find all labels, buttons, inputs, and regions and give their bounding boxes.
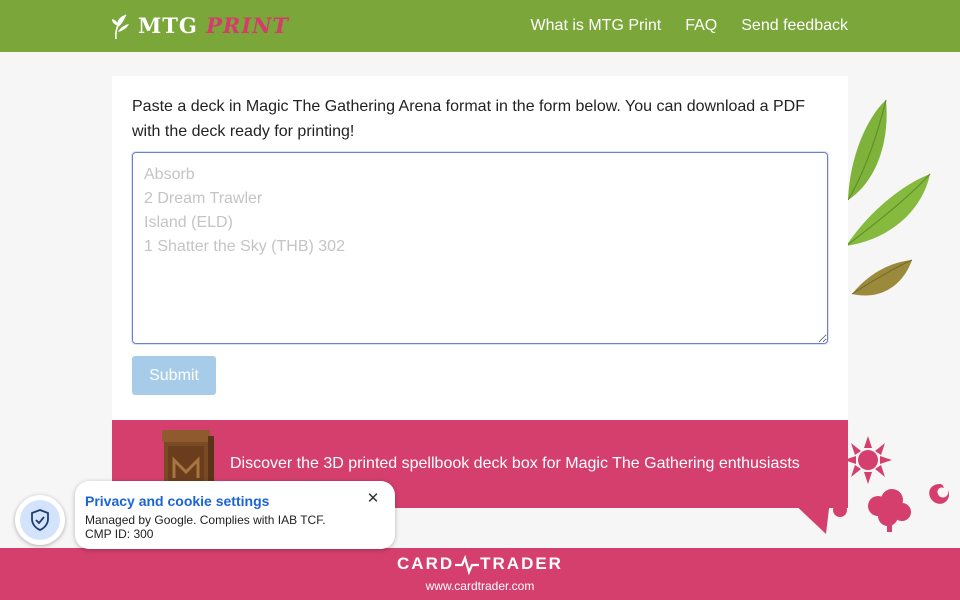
shield-check-icon — [31, 509, 49, 531]
privacy-cmp-id: CMP ID: 300 — [85, 527, 154, 541]
deck-form-card: Paste a deck in Magic The Gathering Aren… — [112, 76, 848, 420]
mana-symbols-decoration — [833, 436, 950, 532]
intro-text: Paste a deck in Magic The Gathering Aren… — [132, 98, 805, 140]
privacy-managed-text: Managed by Google. Complies with IAB TCF… — [85, 513, 326, 527]
cardtrader-logo[interactable]: CARD TRADER — [0, 552, 960, 576]
cardtrader-logo-right: TRADER — [480, 554, 563, 573]
footer-bar: CARD TRADER www.cardtrader.com — [0, 548, 960, 600]
close-icon[interactable]: ✕ — [365, 490, 381, 506]
nav-link-faq[interactable]: FAQ — [685, 14, 717, 38]
privacy-title[interactable]: Privacy and cookie settings — [85, 492, 269, 510]
sun-icon — [844, 436, 892, 484]
submit-button[interactable]: Submit — [132, 356, 216, 395]
cardtrader-logo-left: CARD — [397, 554, 455, 573]
mana-dot-icon — [833, 503, 847, 517]
promo-text: Discover the 3D printed spellbook deck b… — [230, 455, 800, 472]
privacy-fab-inner — [20, 500, 60, 540]
nav-link-what-is[interactable]: What is MTG Print — [531, 14, 662, 38]
brand-word-mtg: MTG — [138, 13, 198, 38]
flame-icon — [929, 484, 950, 504]
deck-list-input[interactable] — [132, 152, 828, 344]
main-nav: What is MTG Print FAQ Send feedback — [531, 14, 848, 38]
brand-logo-link[interactable]: MTG PRINT — [110, 10, 289, 42]
privacy-settings-button[interactable] — [15, 495, 65, 545]
top-navbar: MTG PRINT What is MTG Print FAQ Send fee… — [0, 0, 960, 52]
cardtrader-mark-icon — [455, 554, 480, 575]
brand-word-print: PRINT — [206, 13, 290, 38]
tree-icon — [868, 489, 911, 532]
brand-wordmark: MTG PRINT — [138, 12, 289, 40]
nav-link-feedback[interactable]: Send feedback — [741, 14, 848, 38]
brand-feather-icon — [112, 14, 129, 40]
privacy-popup: Privacy and cookie settings Managed by G… — [75, 481, 395, 549]
cardtrader-url[interactable]: www.cardtrader.com — [0, 578, 960, 594]
